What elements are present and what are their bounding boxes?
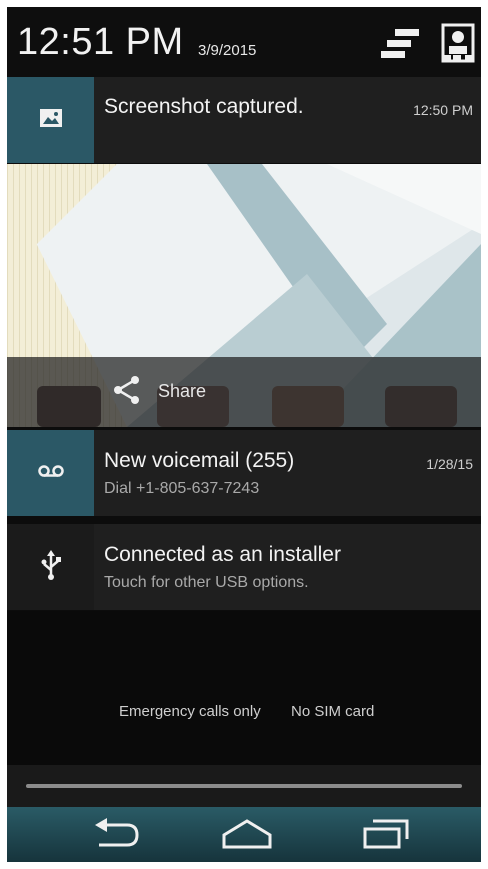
quick-settings-toggle-icon[interactable] <box>379 27 423 66</box>
share-label: Share <box>158 381 207 401</box>
user-profile-icon[interactable] <box>441 23 475 68</box>
voicemail-notification[interactable]: New voicemail (255) Dial +1-805-637-7243… <box>7 430 481 516</box>
notification-title: New voicemail (255) <box>104 449 295 472</box>
empty-panel-area <box>7 611 481 791</box>
sim-status-label: No SIM card <box>291 703 375 720</box>
phone-screen: 12:51 PM 3/9/2015 Screenshot captured. 1… <box>7 7 481 862</box>
share-icon <box>111 374 143 411</box>
recents-icon[interactable] <box>361 817 411 856</box>
back-icon[interactable] <box>91 817 141 856</box>
panel-drag-area[interactable] <box>7 765 481 807</box>
notification-icon-box <box>7 430 94 516</box>
notification-header: 12:51 PM 3/9/2015 <box>7 7 481 77</box>
notification-title: Connected as an installer <box>104 543 341 566</box>
home-icon[interactable] <box>220 817 274 856</box>
notification-time: 12:50 PM <box>413 102 473 118</box>
usb-notification[interactable]: Connected as an installer Touch for othe… <box>7 524 481 610</box>
notification-time: 1/28/15 <box>426 456 473 472</box>
date: 3/9/2015 <box>198 42 257 59</box>
notification-subtitle: Dial +1-805-637-7243 <box>104 480 260 497</box>
image-icon <box>39 108 63 133</box>
notification-icon-box <box>7 524 94 610</box>
voicemail-icon <box>37 464 64 483</box>
navigation-bar <box>7 807 481 862</box>
notification-icon-box <box>7 77 94 163</box>
emergency-calls-label: Emergency calls only <box>119 703 261 720</box>
share-action[interactable]: Share <box>7 357 481 427</box>
notification-subtitle: Touch for other USB options. <box>104 574 309 591</box>
usb-icon <box>40 549 62 585</box>
notification-title: Screenshot captured. <box>104 95 304 118</box>
drag-handle[interactable] <box>26 784 462 788</box>
screenshot-notification[interactable]: Screenshot captured. 12:50 PM <box>7 77 481 163</box>
clock: 12:51 PM <box>17 21 184 63</box>
